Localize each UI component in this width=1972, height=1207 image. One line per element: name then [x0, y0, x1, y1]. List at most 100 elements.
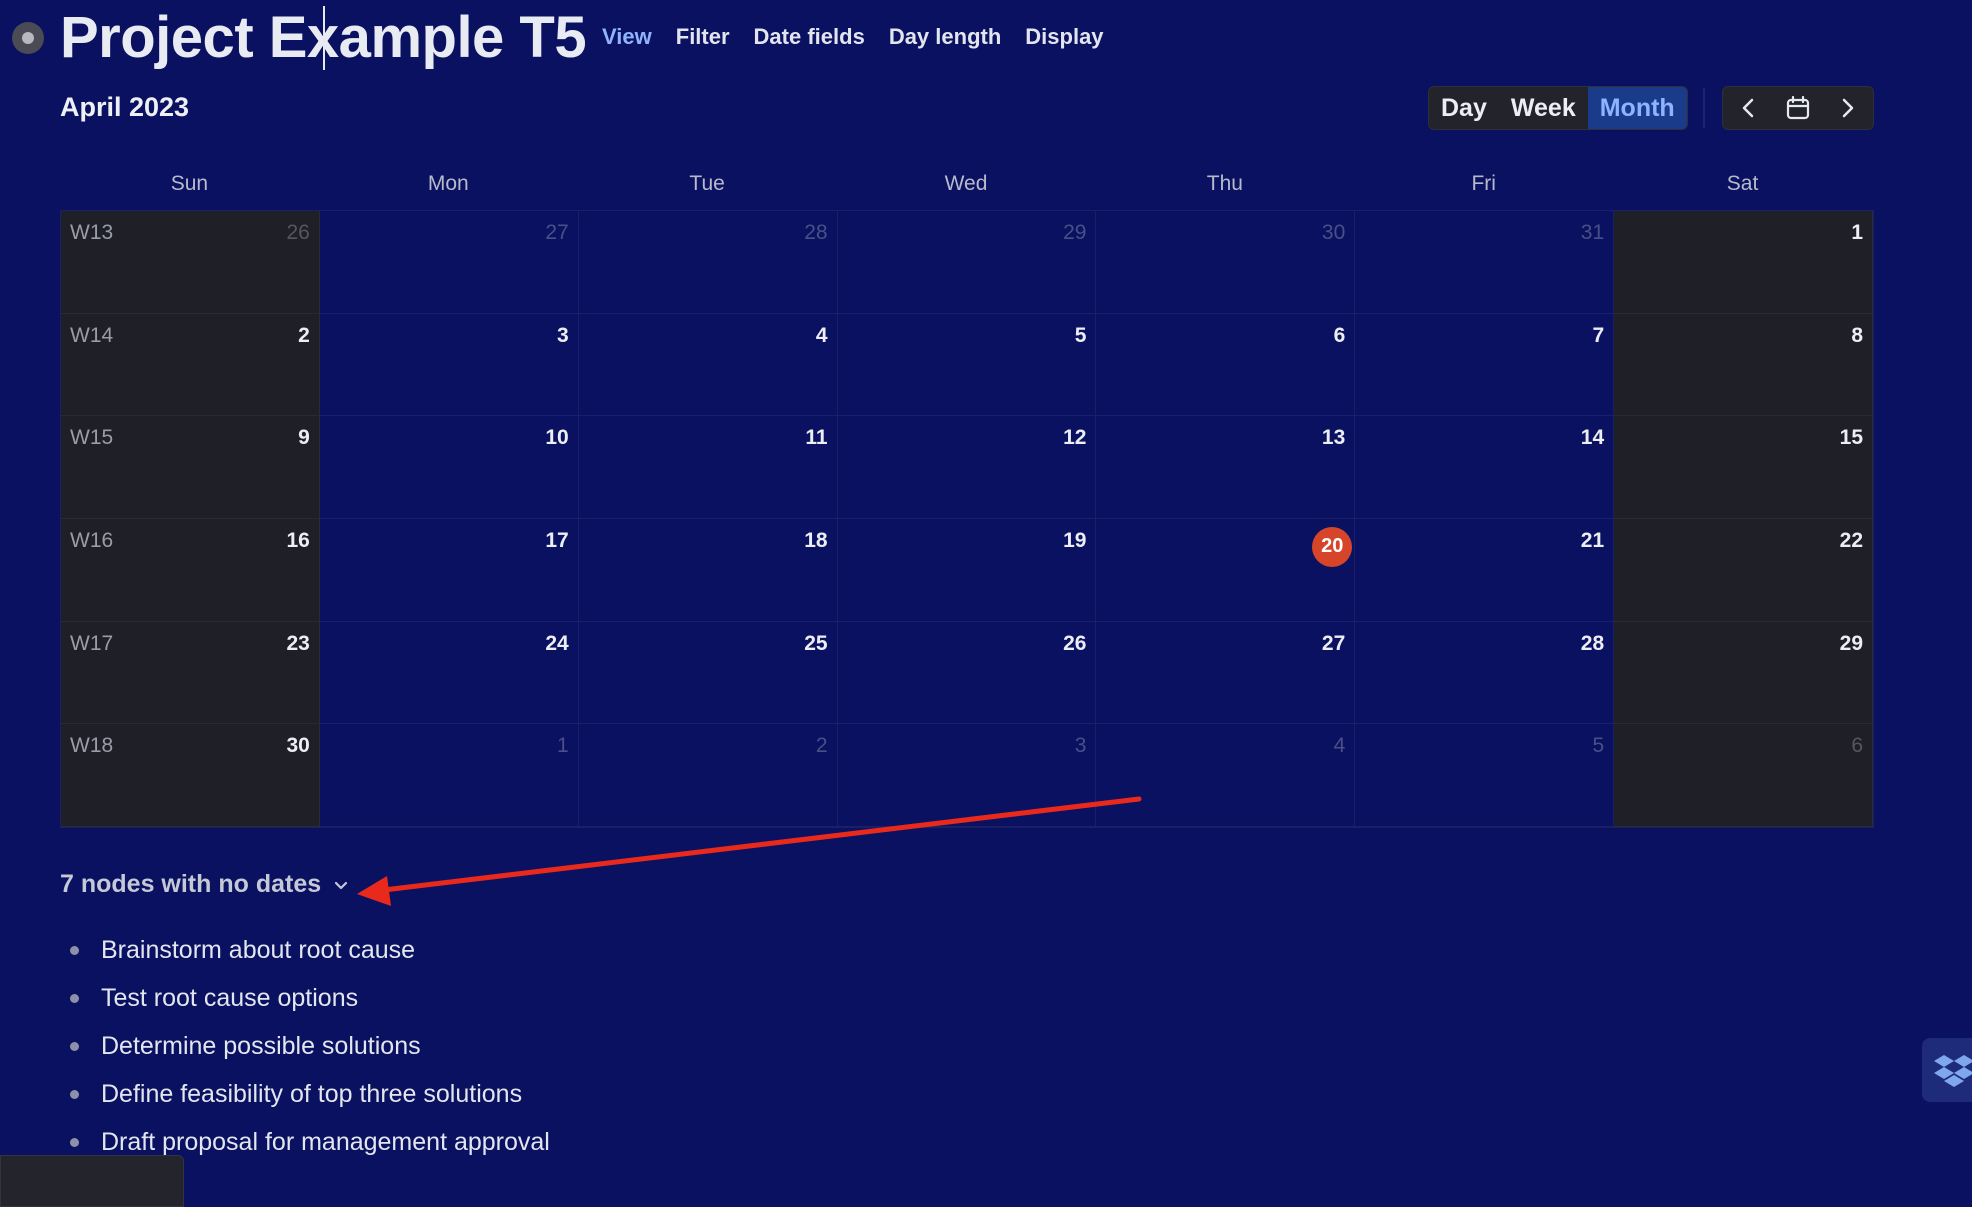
day-cell[interactable]: W13 26 — [61, 211, 320, 314]
dropbox-icon — [1934, 1055, 1972, 1087]
day-cell[interactable]: 13 — [1096, 416, 1356, 519]
no-dates-label: 7 nodes with no dates — [60, 870, 322, 898]
day-number: 11 — [805, 426, 828, 450]
view-menu-button[interactable]: View — [602, 24, 652, 50]
day-number: 5 — [1074, 323, 1087, 347]
chevron-right-icon[interactable] — [1828, 88, 1868, 128]
day-cell[interactable]: W18 30 — [61, 724, 320, 827]
day-number: 16 — [286, 528, 310, 552]
day-cell[interactable]: 28 — [1355, 621, 1615, 725]
day-number: 14 — [1580, 426, 1605, 450]
dropbox-tab[interactable] — [1922, 1038, 1972, 1102]
display-button[interactable]: Display — [1025, 24, 1103, 50]
day-cell[interactable]: 17 — [319, 518, 579, 622]
day-number: 1 — [1851, 221, 1863, 244]
day-cell[interactable]: 14 — [1355, 416, 1615, 519]
list-item[interactable]: Test root cause options — [70, 978, 550, 1026]
week-number[interactable]: W15 — [70, 426, 113, 450]
day-cell[interactable]: 6 — [1614, 724, 1873, 827]
no-dates-toggle[interactable]: 7 nodes with no dates — [60, 870, 349, 899]
day-cell[interactable]: 5 — [1355, 724, 1615, 827]
day-number: 30 — [286, 734, 310, 758]
list-item[interactable]: Define feasibility of top three solution… — [70, 1074, 550, 1122]
day-cell[interactable]: 4 — [578, 313, 838, 417]
month-grid: W13 26 27 28 29 30 31 1 W14 2 3 4 5 6 7 8 W15 9 10 11 12 13 14… — [60, 210, 1874, 828]
day-cell[interactable]: 30 — [1096, 211, 1356, 314]
day-cell[interactable]: 27 — [1096, 621, 1356, 725]
text-cursor — [323, 6, 325, 70]
week-view-button[interactable]: Week — [1499, 87, 1588, 129]
day-number: 2 — [298, 323, 310, 347]
day-number: 2 — [815, 734, 828, 758]
day-view-button[interactable]: Day — [1429, 87, 1499, 129]
weekday-fri: Fri — [1471, 172, 1496, 195]
day-cell[interactable]: 28 — [578, 211, 838, 314]
day-number: 29 — [1063, 221, 1087, 244]
day-cell[interactable]: 3 — [837, 724, 1097, 827]
weekday-header: Sun Mon Tue Wed Thu Fri Sat — [60, 172, 1872, 196]
day-number: 22 — [1839, 528, 1863, 552]
day-cell[interactable]: 11 — [578, 416, 838, 519]
day-number: 27 — [1321, 631, 1346, 655]
day-number: 3 — [1074, 734, 1087, 758]
toolbar-divider — [1703, 88, 1705, 128]
day-cell[interactable]: 25 — [578, 621, 838, 725]
day-cell[interactable]: 15 — [1614, 416, 1873, 519]
day-number: 26 — [1063, 631, 1087, 655]
list-item[interactable]: Brainstorm about root cause — [70, 930, 550, 978]
day-cell[interactable]: 1 — [319, 724, 579, 827]
day-cell[interactable]: 10 — [319, 416, 579, 519]
day-cell[interactable]: 22 — [1614, 518, 1873, 622]
list-item[interactable]: Determine possible solutions — [70, 1026, 550, 1074]
day-cell[interactable]: 20 — [1096, 518, 1356, 622]
day-cell[interactable]: 8 — [1614, 313, 1873, 417]
day-cell[interactable]: 3 — [319, 313, 579, 417]
day-cell[interactable]: 2 — [578, 724, 838, 827]
week-number[interactable]: W18 — [70, 734, 113, 758]
day-length-button[interactable]: Day length — [889, 24, 1001, 50]
day-number: 17 — [545, 528, 569, 552]
day-number: 10 — [545, 426, 569, 450]
day-cell[interactable]: 12 — [837, 416, 1097, 519]
filter-button[interactable]: Filter — [676, 24, 730, 50]
day-cell[interactable]: 18 — [578, 518, 838, 622]
chevron-left-icon[interactable] — [1728, 88, 1768, 128]
week-number[interactable]: W13 — [70, 221, 113, 245]
weekday-mon: Mon — [427, 172, 469, 195]
week-number[interactable]: W17 — [70, 632, 113, 656]
day-number: 29 — [1839, 631, 1863, 655]
day-cell[interactable]: 27 — [319, 211, 579, 314]
date-fields-button[interactable]: Date fields — [754, 24, 865, 50]
day-cell[interactable]: 6 — [1096, 313, 1356, 417]
day-cell[interactable]: W17 23 — [61, 621, 320, 725]
week-number[interactable]: W14 — [70, 324, 113, 348]
calendar-icon[interactable] — [1778, 88, 1818, 128]
day-cell[interactable]: W15 9 — [61, 416, 320, 519]
day-cell[interactable]: 24 — [319, 621, 579, 725]
day-number: 28 — [804, 221, 828, 244]
day-number: 18 — [804, 528, 828, 552]
day-cell[interactable]: 21 — [1355, 518, 1615, 622]
day-cell[interactable]: 1 — [1614, 211, 1873, 314]
day-number: 5 — [1592, 734, 1605, 758]
day-cell[interactable]: 31 — [1355, 211, 1615, 314]
day-cell[interactable]: 4 — [1096, 724, 1356, 827]
week-number[interactable]: W16 — [70, 529, 113, 553]
day-cell[interactable]: W14 2 — [61, 313, 320, 417]
day-cell[interactable]: 19 — [837, 518, 1097, 622]
month-view-button[interactable]: Month — [1587, 87, 1687, 129]
day-number: 4 — [815, 323, 828, 347]
day-number: 30 — [1321, 221, 1346, 244]
node-bullet-icon[interactable] — [12, 22, 44, 54]
day-cell[interactable]: 26 — [837, 621, 1097, 725]
day-cell[interactable]: 29 — [837, 211, 1097, 314]
chevron-down-icon — [333, 870, 349, 899]
day-cell[interactable]: W16 16 — [61, 518, 320, 622]
day-number: 31 — [1580, 221, 1605, 244]
day-number: 25 — [804, 631, 828, 655]
day-cell[interactable]: 7 — [1355, 313, 1615, 417]
day-cell[interactable]: 5 — [837, 313, 1097, 417]
day-number: 26 — [286, 221, 310, 244]
day-number: 8 — [1851, 323, 1863, 347]
day-cell[interactable]: 29 — [1614, 621, 1873, 725]
